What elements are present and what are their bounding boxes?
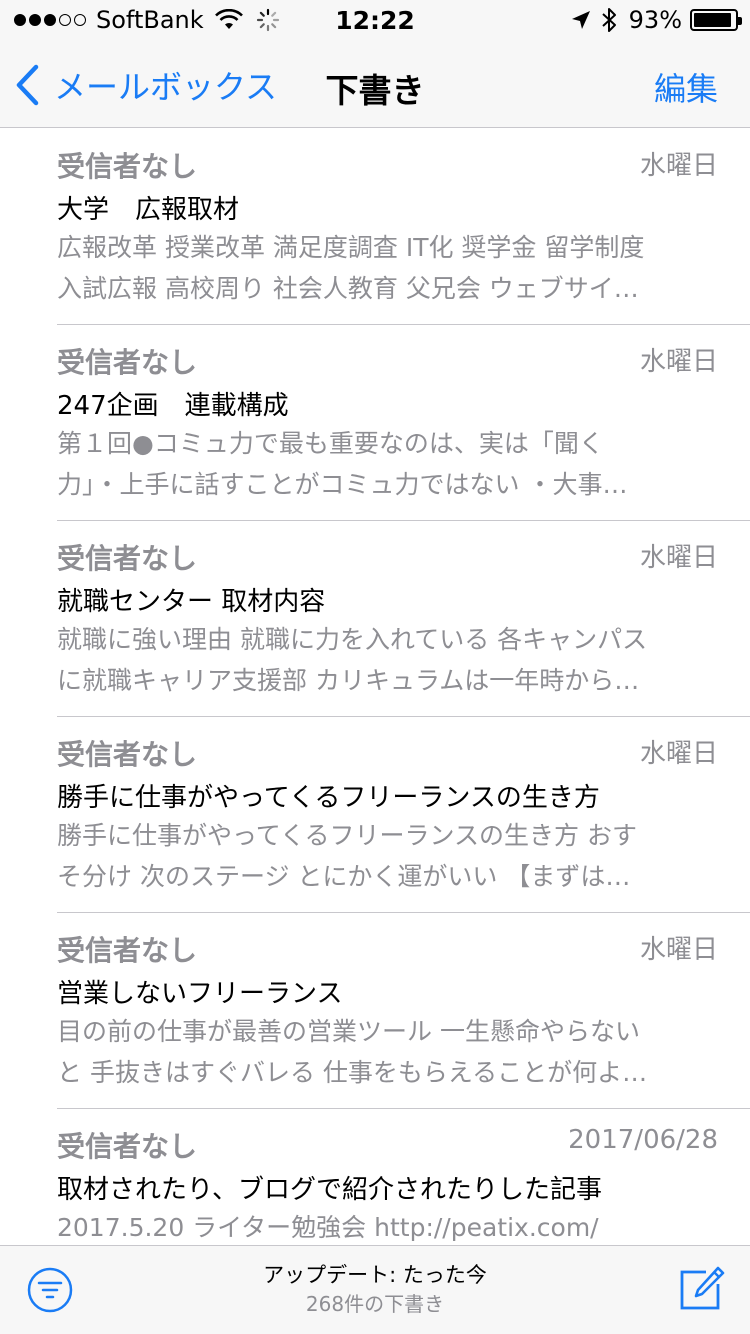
mail-date: 水曜日	[639, 935, 718, 965]
mail-list-item[interactable]: 受信者なし 水曜日 営業しないフリーランス 目の前の仕事が最善の営業ツール 一生…	[0, 913, 750, 1109]
mail-date: 水曜日	[639, 543, 718, 573]
update-status: アップデート: たった今	[263, 1263, 487, 1287]
draft-count: 268件の下書き	[305, 1292, 445, 1316]
mail-subject: 就職センター 取材内容	[57, 587, 326, 617]
mail-preview-line: 第１回●コミュ力で最も重要なのは、実は「聞く	[57, 429, 604, 458]
mail-preview: 第１回●コミュ力で最も重要なのは、実は「聞く 力」・上手に話すことがコミュ力では…	[57, 423, 719, 505]
toolbar-status: アップデート: たった今 268件の下書き	[150, 1260, 600, 1318]
mail-preview: 就職に強い理由 就職に力を入れている 各キャンパス に就職キャリア支援部 カリキ…	[57, 619, 719, 701]
location-arrow-icon	[571, 11, 590, 29]
status-bar: SoftBank 12:22 93%	[0, 0, 750, 40]
mail-sender: 受信者なし	[57, 1130, 198, 1163]
mail-sender: 受信者なし	[57, 738, 198, 771]
battery-tip	[738, 17, 742, 25]
mail-list-item[interactable]: 受信者なし 水曜日 就職センター 取材内容 就職に強い理由 就職に力を入れている…	[0, 521, 750, 717]
mail-subject: 大学 広報取材	[57, 195, 240, 225]
mail-preview: 目の前の仕事が最善の営業ツール 一生懸命やらない と 手抜きはすぐバレる 仕事を…	[57, 1011, 719, 1093]
mail-subject: 営業しないフリーランス	[57, 979, 343, 1009]
filter-icon[interactable]	[26, 1266, 74, 1314]
navigation-bar: メールボックス 下書き 編集	[0, 40, 750, 128]
mail-preview-line: 就職に強い理由 就職に力を入れている 各キャンパス	[57, 625, 648, 654]
mail-list-item[interactable]: 受信者なし 水曜日 247企画 連載構成 第１回●コミュ力で最も重要なのは、実は…	[0, 325, 750, 521]
battery-icon	[690, 9, 742, 31]
mail-list-item[interactable]: 受信者なし 2017/06/28 取材されたり、ブログで紹介されたりした記事 2…	[0, 1109, 750, 1245]
mail-preview-line: と 手抜きはすぐバレる 仕事をもらえることが何よ…	[57, 1058, 648, 1087]
draft-mail-list: 受信者なし 水曜日 大学 広報取材 広報改革 授業改革 満足度調査 IT化 奨学…	[0, 129, 750, 1245]
mail-date: 2017/06/28	[568, 1125, 718, 1155]
bottom-toolbar: アップデート: たった今 268件の下書き	[0, 1245, 750, 1334]
mail-list-item[interactable]: 受信者なし 水曜日 大学 広報取材 広報改革 授業改革 満足度調査 IT化 奨学…	[0, 129, 750, 325]
mail-preview-line: 入試広報 高校周り 社会人教育 父兄会 ウェブサイ…	[57, 274, 639, 303]
mail-date: 水曜日	[639, 739, 718, 769]
mail-preview-line: そ分け 次のステージ とにかく運がいい 【まずは…	[57, 862, 631, 891]
mail-date: 水曜日	[639, 151, 718, 181]
battery-level	[694, 13, 731, 27]
mail-sender: 受信者なし	[57, 150, 198, 183]
mail-subject: 247企画 連載構成	[57, 391, 289, 421]
mail-preview-line: 2017.5.20 ライター勉強会 http://peatix.com/	[57, 1213, 599, 1242]
mail-preview-line: に就職キャリア支援部 カリキュラムは一年時から…	[57, 666, 640, 695]
mail-sender: 受信者なし	[57, 934, 198, 967]
mail-list-item[interactable]: 受信者なし 水曜日 勝手に仕事がやってくるフリーランスの生き方 勝手に仕事がやっ…	[0, 717, 750, 913]
mail-sender: 受信者なし	[57, 542, 198, 575]
mail-subject: 取材されたり、ブログで紹介されたりした記事	[57, 1175, 602, 1205]
mail-preview: 広報改革 授業改革 満足度調査 IT化 奨学金 留学制度 入試広報 高校周り 社…	[57, 227, 719, 309]
bluetooth-icon	[601, 8, 616, 32]
mail-preview-line: 目の前の仕事が最善の営業ツール 一生懸命やらない	[57, 1017, 640, 1046]
mail-date: 水曜日	[639, 347, 718, 377]
edit-button[interactable]: 編集	[654, 64, 718, 110]
status-right: 93%	[571, 6, 742, 34]
page-title: 下書き	[325, 71, 425, 110]
mail-sender: 受信者なし	[57, 346, 198, 379]
mail-preview: 勝手に仕事がやってくるフリーランスの生き方 おす そ分け 次のステージ とにかく…	[57, 815, 719, 897]
mail-preview: 2017.5.20 ライター勉強会 http://peatix.com/	[57, 1207, 719, 1245]
battery-percent: 93%	[628, 6, 682, 34]
mail-subject: 勝手に仕事がやってくるフリーランスの生き方	[57, 783, 600, 813]
mail-preview-line: 力」・上手に話すことがコミュ力ではない ・大事…	[57, 470, 628, 499]
mail-preview-line: 広報改革 授業改革 満足度調査 IT化 奨学金 留学制度	[57, 233, 645, 262]
mail-preview-line: 勝手に仕事がやってくるフリーランスの生き方 おす	[57, 821, 637, 850]
compose-icon[interactable]	[676, 1264, 726, 1314]
